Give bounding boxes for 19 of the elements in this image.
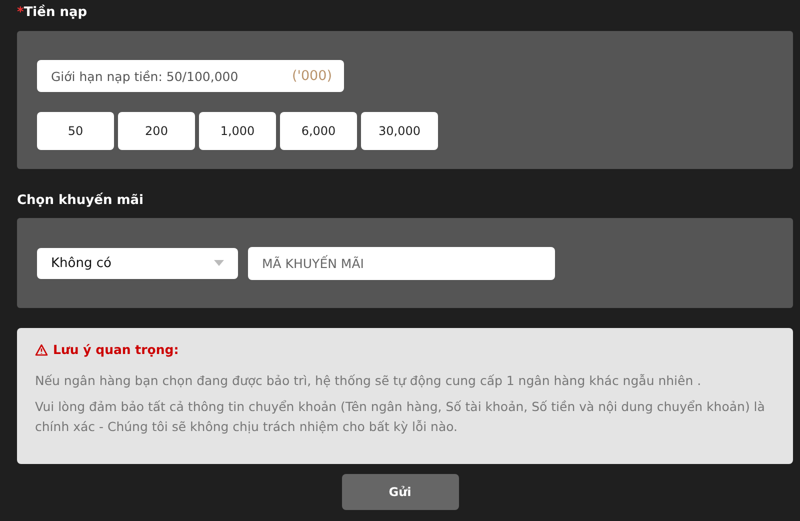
unit-label: ('000): [292, 68, 332, 84]
submit-button[interactable]: Gửi: [342, 474, 458, 510]
promo-dropdown[interactable]: Không có: [37, 248, 238, 278]
amount-button[interactable]: 50: [37, 112, 114, 150]
amount-button[interactable]: 6,000: [280, 112, 357, 150]
caret-icon: [214, 260, 224, 266]
warning-icon: [35, 344, 48, 356]
amount-field[interactable]: Giới hạn nạp tiền: 50/100,000 ('000): [37, 60, 344, 92]
placeholder-text: Giới hạn nạp tiền: 50/100,000: [51, 68, 240, 84]
required-mark: *: [17, 5, 24, 20]
section-label: Tiền nạp: [24, 5, 88, 20]
notice-text: Vui lòng đảm bảo tất cả thông tin chuyển khoản (Tên ngân hàng, Số tài khoản, Số tiền và nội dung chuyển khoản) là chính xác - Chúng tôi sẽ không chịu trách nhiệm cho bất kỳ lỗi nào.: [35, 398, 766, 436]
amount-button[interactable]: 30,000: [361, 112, 438, 150]
promo-code-field[interactable]: MÃ KHUYẾN MÃI: [248, 246, 555, 280]
amount-button[interactable]: 200: [118, 112, 195, 150]
notice-text: Nếu ngân hàng bạn chọn đang được bảo trì, hệ thống sẽ tự động cung cấp 1 ngân hàng khác ngẫu nhiên .: [35, 372, 702, 390]
notice-title: Lưu ý quan trọng:: [53, 342, 179, 357]
amount-button[interactable]: 1,000: [199, 112, 276, 150]
section-label: Chọn khuyến mãi: [17, 192, 144, 208]
